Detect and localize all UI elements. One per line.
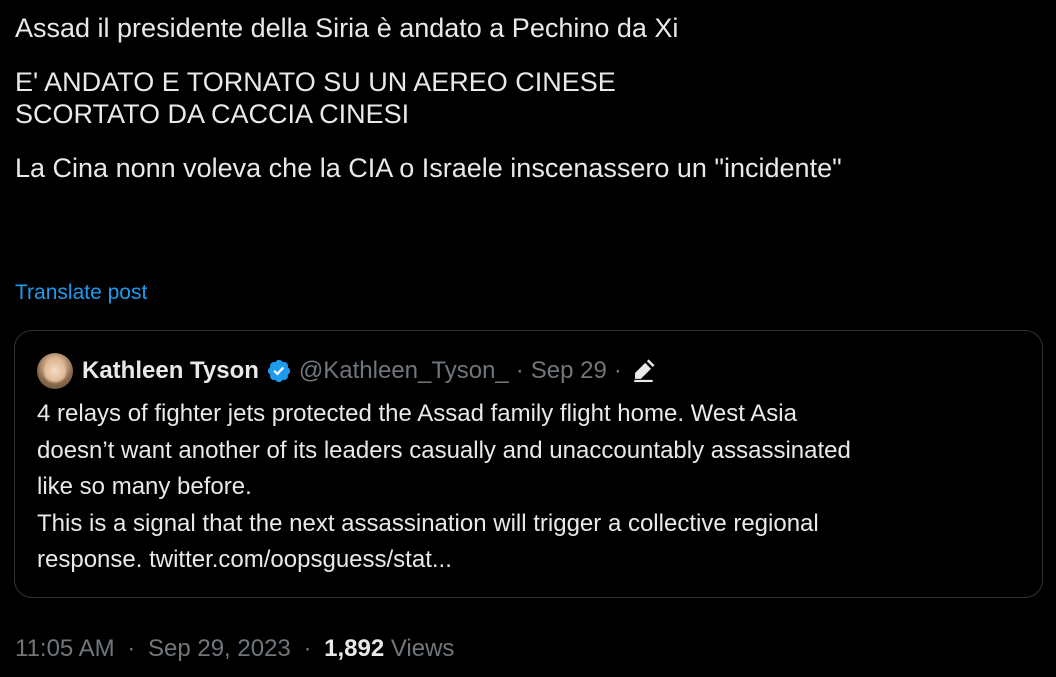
tweet-line-1: Assad il presidente della Siria è andato…: [15, 13, 679, 43]
quoted-author-name[interactable]: Kathleen Tyson: [82, 357, 259, 385]
quote-line-2: doesn’t want another of its leaders casu…: [37, 436, 851, 464]
meta-separator: ·: [613, 357, 622, 384]
edited-pencil-icon[interactable]: [630, 357, 658, 385]
views-count[interactable]: 1,892: [324, 635, 384, 662]
tweet-footer: 11:05 AM · Sep 29, 2023 · 1,892 Views: [15, 632, 454, 666]
tweet-date[interactable]: Sep 29, 2023: [148, 635, 291, 662]
tweet-line-2: E' ANDATO E TORNATO SU UN AEREO CINESE: [15, 67, 616, 97]
tweet-time[interactable]: 11:05 AM: [15, 635, 115, 662]
quoted-tweet-card[interactable]: Kathleen Tyson @Kathleen_Tyson_ · Sep 29…: [14, 330, 1043, 598]
quoted-tweet-date[interactable]: Sep 29: [531, 357, 607, 385]
tweet-text: Assad il presidente della Siria è andato…: [15, 12, 1035, 184]
footer-separator: ·: [303, 635, 312, 662]
tweet-line-3: SCORTATO DA CACCIA CINESI: [15, 99, 410, 129]
quoted-tweet-body: 4 relays of fighter jets protected the A…: [37, 396, 1027, 579]
quote-line-5: response. twitter.com/oopsguess/stat...: [37, 546, 452, 573]
quoted-author-handle[interactable]: @Kathleen_Tyson_: [299, 357, 509, 385]
translate-post-link[interactable]: Translate post: [15, 279, 147, 307]
views-label[interactable]: Views: [391, 635, 455, 662]
tweet-line-4: La Cina nonn voleva che la CIA o Israele…: [15, 153, 842, 183]
verified-badge-icon: [265, 357, 293, 385]
footer-separator: ·: [127, 635, 136, 662]
quote-line-3: like so many before.: [37, 473, 252, 500]
quote-line-1: 4 relays of fighter jets protected the A…: [37, 400, 797, 427]
quoted-tweet-header: Kathleen Tyson @Kathleen_Tyson_ · Sep 29…: [37, 351, 658, 391]
meta-separator: ·: [515, 357, 524, 384]
avatar[interactable]: [37, 353, 73, 389]
quote-line-4: This is a signal that the next assassina…: [37, 509, 819, 537]
